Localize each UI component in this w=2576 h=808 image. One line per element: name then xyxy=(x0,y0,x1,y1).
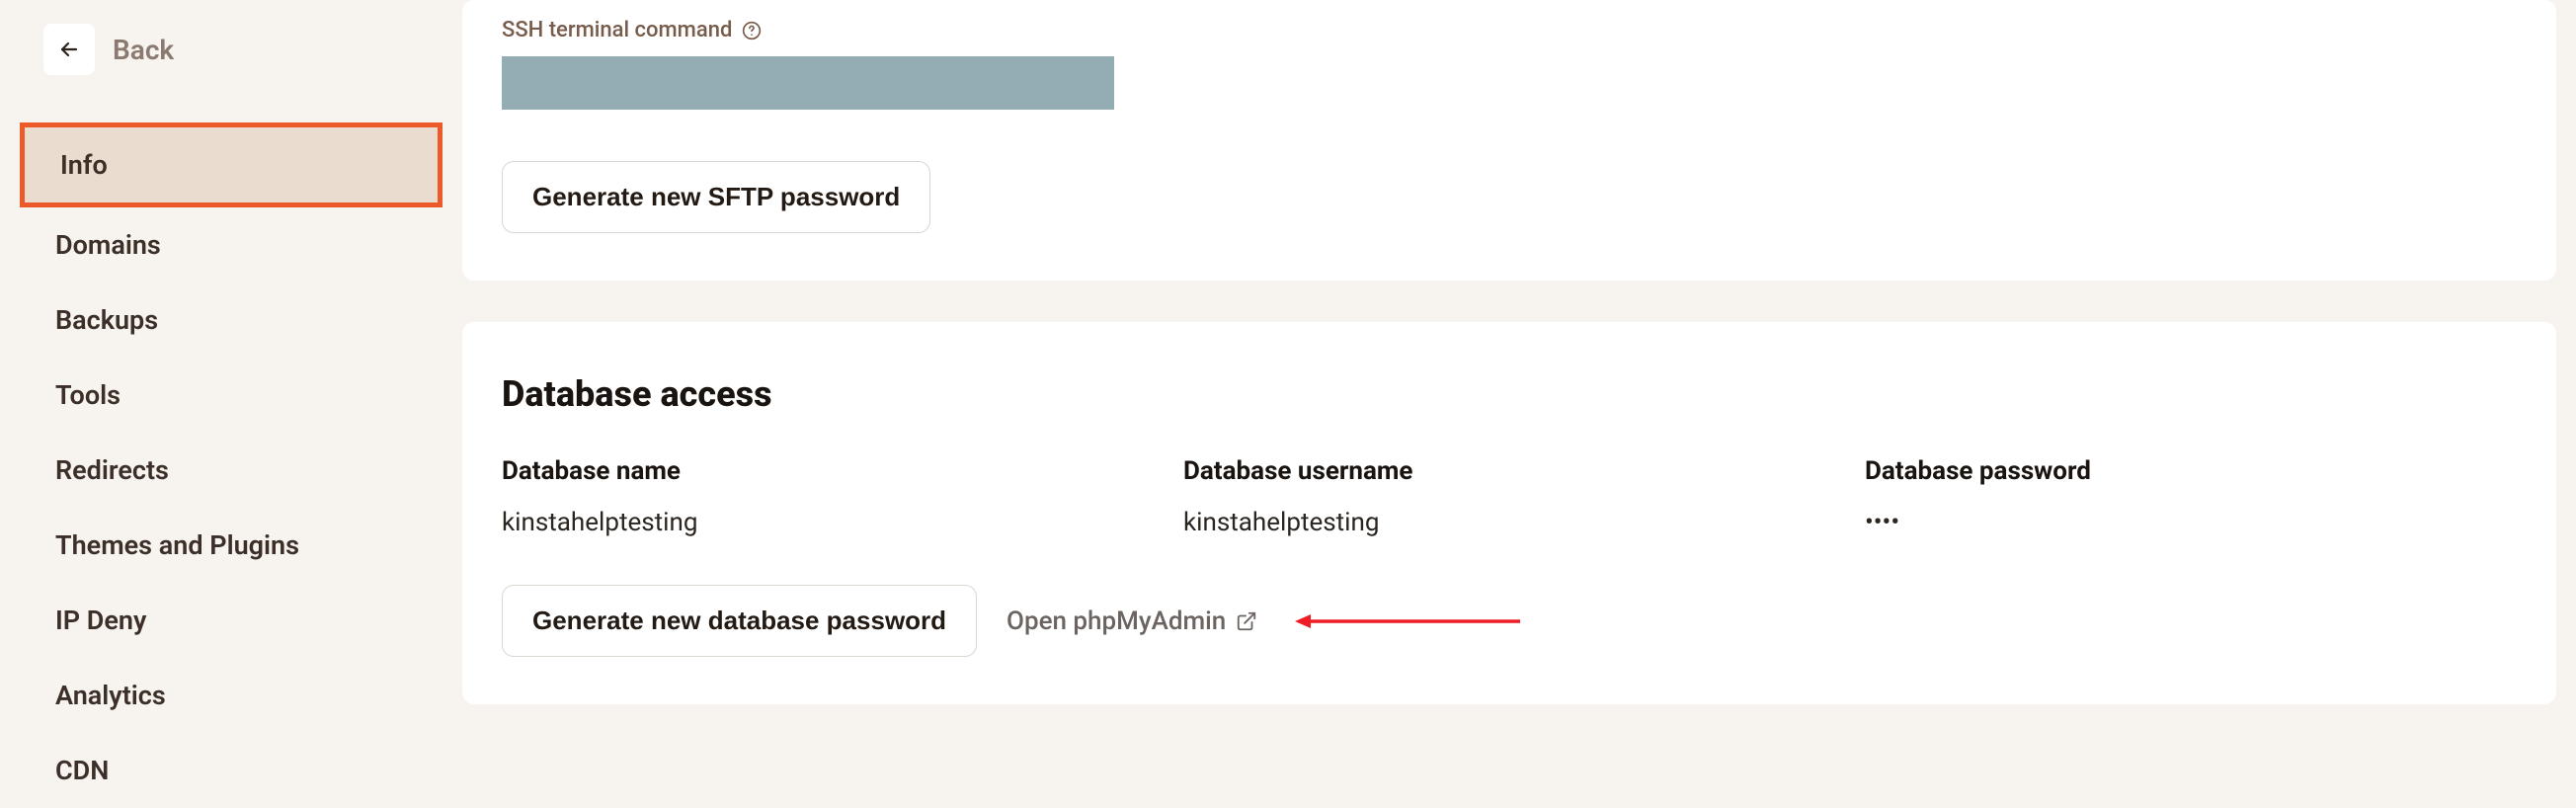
sidebar-item-label: Domains xyxy=(55,229,161,261)
annotation-arrow xyxy=(1295,612,1522,630)
help-icon[interactable] xyxy=(742,21,762,40)
arrow-left-icon xyxy=(1295,612,1522,630)
main-content: SSH terminal command Generate new SFTP p… xyxy=(462,0,2576,753)
ssh-command-redacted xyxy=(502,56,1114,110)
sidebar-item-themes-and-plugins[interactable]: Themes and Plugins xyxy=(20,508,443,583)
sidebar-item-label: Info xyxy=(60,149,108,181)
database-grid: Database name kinstahelptesting Database… xyxy=(502,456,2517,537)
database-password-value: •••• xyxy=(1865,508,2517,537)
sidebar-item-label: IP Deny xyxy=(55,605,146,636)
database-username-value: kinstahelptesting xyxy=(1183,508,1865,537)
sidebar-item-label: Analytics xyxy=(55,680,166,711)
button-label: Generate new database password xyxy=(532,606,946,636)
sidebar-item-backups[interactable]: Backups xyxy=(20,283,443,358)
open-phpmyadmin-link[interactable]: Open phpMyAdmin xyxy=(1006,606,1257,636)
sidebar-item-label: Backups xyxy=(55,304,158,336)
sidebar-item-domains[interactable]: Domains xyxy=(20,207,443,283)
sftp-panel: SSH terminal command Generate new SFTP p… xyxy=(462,0,2556,281)
back-label: Back xyxy=(113,34,174,66)
generate-database-password-button[interactable]: Generate new database password xyxy=(502,585,977,657)
sidebar-item-redirects[interactable]: Redirects xyxy=(20,433,443,508)
sidebar-item-tools[interactable]: Tools xyxy=(20,358,443,433)
generate-sftp-password-button[interactable]: Generate new SFTP password xyxy=(502,161,930,233)
database-password-label: Database password xyxy=(1865,456,2517,486)
database-password-column: Database password •••• xyxy=(1865,456,2517,537)
back-icon-button[interactable] xyxy=(43,24,95,75)
back-button-row[interactable]: Back xyxy=(43,24,443,75)
database-name-column: Database name kinstahelptesting xyxy=(502,456,1183,537)
ssh-terminal-command-label: SSH terminal command xyxy=(502,18,732,42)
database-name-value: kinstahelptesting xyxy=(502,508,1183,537)
database-access-title: Database access xyxy=(502,373,2517,415)
arrow-left-icon xyxy=(57,38,81,61)
sidebar-item-label: Tools xyxy=(55,379,121,411)
sidebar-item-label: Redirects xyxy=(55,454,169,486)
database-name-label: Database name xyxy=(502,456,1183,486)
sidebar-item-ip-deny[interactable]: IP Deny xyxy=(20,583,443,658)
ssh-terminal-command-label-row: SSH terminal command xyxy=(502,0,2517,42)
button-label: Generate new SFTP password xyxy=(532,182,900,212)
database-username-label: Database username xyxy=(1183,456,1865,486)
link-label: Open phpMyAdmin xyxy=(1006,606,1226,636)
sidebar: Back Info Domains Backups Tools Redirect… xyxy=(0,0,462,753)
external-link-icon xyxy=(1236,610,1257,632)
database-actions-row: Generate new database password Open phpM… xyxy=(502,585,2517,657)
sidebar-item-cdn[interactable]: CDN xyxy=(20,733,443,808)
sidebar-item-analytics[interactable]: Analytics xyxy=(20,658,443,733)
sidebar-item-info[interactable]: Info xyxy=(20,122,443,207)
sidebar-item-label: CDN xyxy=(55,755,109,786)
database-access-panel: Database access Database name kinstahelp… xyxy=(462,322,2556,704)
sidebar-item-label: Themes and Plugins xyxy=(55,529,299,561)
database-username-column: Database username kinstahelptesting xyxy=(1183,456,1865,537)
